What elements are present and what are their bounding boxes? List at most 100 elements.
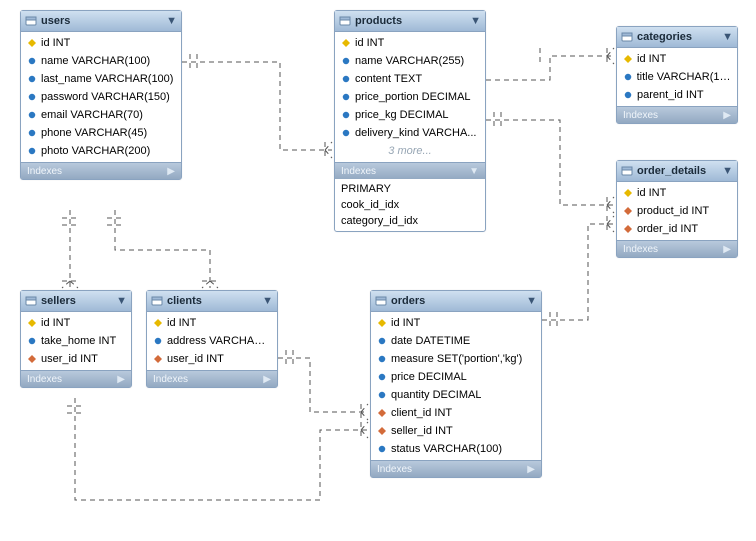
key-icon [27,39,37,47]
chevron-right-icon[interactable]: ▶ [527,464,535,475]
column-row[interactable]: name VARCHAR(255) [335,52,485,70]
column-label: price DECIMAL [391,371,467,383]
column-row[interactable]: status VARCHAR(100) [371,440,541,458]
column-row[interactable]: id INT [21,34,181,52]
column-row[interactable]: price_kg DECIMAL [335,106,485,124]
column-row[interactable]: delivery_kind VARCHA... [335,124,485,142]
column-row[interactable]: price_portion DECIMAL [335,88,485,106]
entity-title-bar[interactable]: categories▼ [617,27,737,48]
column-row[interactable]: last_name VARCHAR(100) [21,70,181,88]
chevron-down-icon[interactable]: ▼ [116,295,127,307]
chevron-down-icon[interactable]: ▼ [526,295,537,307]
chevron-down-icon[interactable]: ▼ [722,31,733,43]
indexes-header[interactable]: Indexes▶ [617,106,737,123]
chevron-down-icon[interactable]: ▼ [470,15,481,27]
column-row[interactable]: parent_id INT [617,86,737,104]
entity-title: orders [391,295,526,307]
indexes-header[interactable]: Indexes▶ [617,240,737,257]
index-row[interactable]: category_id_idx [341,213,479,229]
column-row[interactable]: phone VARCHAR(45) [21,124,181,142]
key-icon [623,189,633,197]
indexes-list: PRIMARYcook_id_idxcategory_id_idx [335,179,485,231]
table-icon [339,15,351,27]
indexes-header[interactable]: Indexes▶ [371,460,541,477]
chevron-right-icon[interactable]: ▶ [167,166,175,177]
index-row[interactable]: cook_id_idx [341,197,479,213]
columns-list: id INTproduct_id INT order_id INT [617,182,737,240]
column-row[interactable]: quantity DECIMAL [371,386,541,404]
column-row[interactable]: email VARCHAR(70) [21,106,181,124]
entity-users[interactable]: users▼ id INTname VARCHAR(100) last_name V… [20,10,182,180]
column-row[interactable]: seller_id INT [371,422,541,440]
indexes-header[interactable]: Indexes▶ [21,370,131,387]
columns-list: id INTname VARCHAR(100) last_name VARCHAR… [21,32,181,162]
chevron-right-icon[interactable]: ▶ [117,374,125,385]
column-row[interactable]: order_id INT [617,220,737,238]
entity-title-bar[interactable]: users▼ [21,11,181,32]
entity-title-bar[interactable]: sellers▼ [21,291,131,312]
column-label: parent_id INT [637,89,704,101]
entity-title: categories [637,31,722,43]
more-columns[interactable]: 3 more... [335,142,485,160]
chevron-right-icon[interactable]: ▶ [263,374,271,385]
attr-icon [377,337,387,345]
column-row[interactable]: content TEXT [335,70,485,88]
column-row[interactable]: user_id INT [21,350,131,368]
column-row[interactable]: password VARCHAR(150) [21,88,181,106]
column-row[interactable]: address VARCHAR... [147,332,277,350]
chevron-down-icon[interactable]: ▼ [166,15,177,27]
chevron-down-icon[interactable]: ▼ [469,166,479,177]
column-row[interactable]: client_id INT [371,404,541,422]
column-label: order_id INT [637,223,698,235]
entity-clients[interactable]: clients▼id INTaddress VARCHAR...user_id … [146,290,278,388]
column-row[interactable]: measure SET('portion','kg') [371,350,541,368]
attr-icon [27,111,37,119]
columns-list: id INTaddress VARCHAR...user_id INT [147,312,277,370]
column-row[interactable]: date DATETIME [371,332,541,350]
chevron-down-icon[interactable]: ▼ [722,165,733,177]
entity-title-bar[interactable]: orders▼ [371,291,541,312]
entity-orders[interactable]: orders▼ id INTdate DATETIMEmeasure SET('p… [370,290,542,478]
entity-products[interactable]: products▼ id INTname VARCHAR(255)content … [334,10,486,232]
columns-list: id INTtitle VARCHAR(100) parent_id INT [617,48,737,106]
column-row[interactable]: id INT [21,314,131,332]
entity-sellers[interactable]: sellers▼id INTtake_home INTuser_id INTIn… [20,290,132,388]
key-icon [27,319,37,327]
chevron-right-icon[interactable]: ▶ [723,110,731,121]
attr-icon [27,93,37,101]
column-label: seller_id INT [391,425,453,437]
fk-icon [623,225,633,233]
column-row[interactable]: name VARCHAR(100) [21,52,181,70]
indexes-header[interactable]: Indexes▶ [147,370,277,387]
index-row[interactable]: PRIMARY [341,181,479,197]
column-row[interactable]: price DECIMAL [371,368,541,386]
attr-icon [341,75,351,83]
column-row[interactable]: id INT [617,184,737,202]
indexes-header[interactable]: Indexes▶ [21,162,181,179]
entity-title-bar[interactable]: products▼ [335,11,485,32]
column-row[interactable]: id INT [335,34,485,52]
table-icon [621,165,633,177]
column-label: last_name VARCHAR(100) [41,73,173,85]
column-row[interactable]: user_id INT [147,350,277,368]
column-row[interactable]: id INT [617,50,737,68]
column-label: phone VARCHAR(45) [41,127,147,139]
column-row[interactable]: take_home INT [21,332,131,350]
column-row[interactable]: product_id INT [617,202,737,220]
entity-title-bar[interactable]: order_details▼ [617,161,737,182]
columns-list: id INTtake_home INTuser_id INT [21,312,131,370]
fk-icon [623,207,633,215]
chevron-down-icon[interactable]: ▼ [262,295,273,307]
column-label: client_id INT [391,407,452,419]
chevron-right-icon[interactable]: ▶ [723,244,731,255]
entity-categories[interactable]: categories▼ id INTtitle VARCHAR(100) paren… [616,26,738,124]
indexes-label: Indexes [27,374,117,385]
entity-order_details[interactable]: order_details▼id INTproduct_id INT order_… [616,160,738,258]
entity-title-bar[interactable]: clients▼ [147,291,277,312]
column-row[interactable]: title VARCHAR(100) [617,68,737,86]
indexes-header[interactable]: Indexes▼ [335,162,485,179]
column-label: quantity DECIMAL [391,389,481,401]
column-row[interactable]: id INT [371,314,541,332]
column-row[interactable]: photo VARCHAR(200) [21,142,181,160]
column-row[interactable]: id INT [147,314,277,332]
